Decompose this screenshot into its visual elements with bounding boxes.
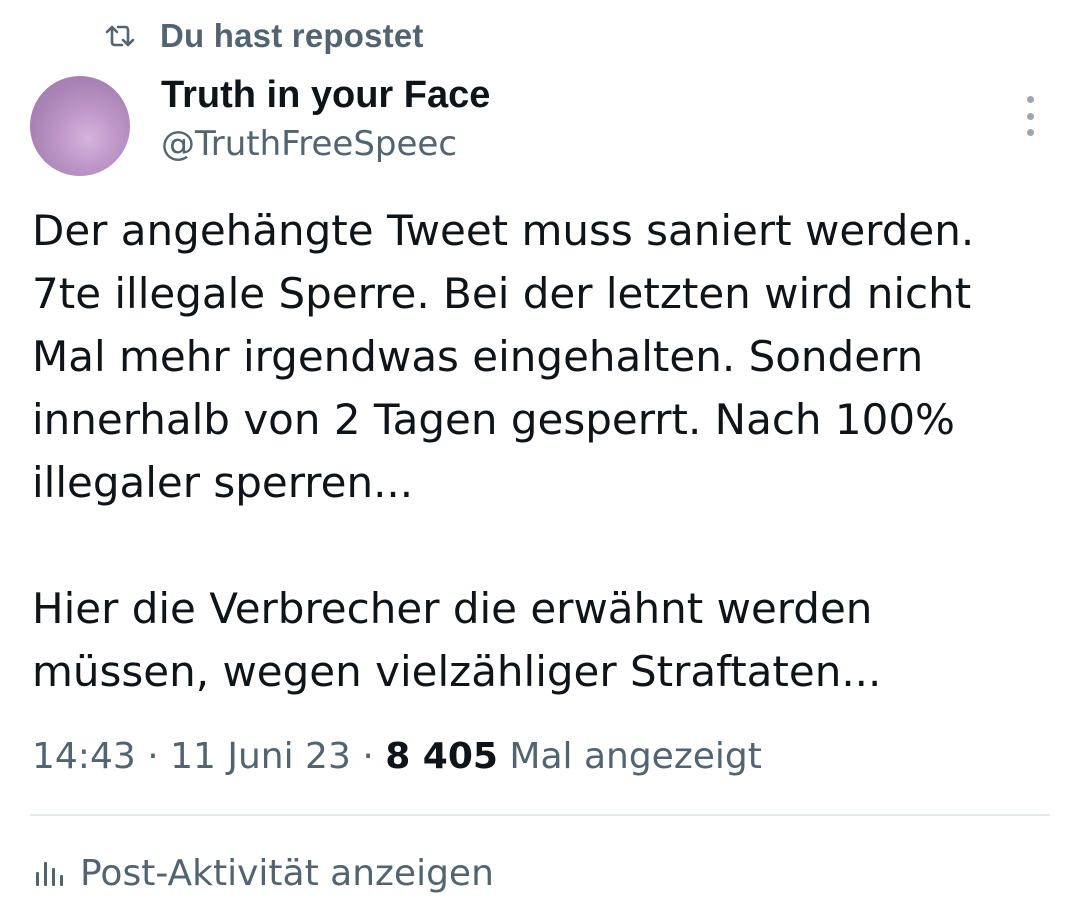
divider <box>30 814 1050 816</box>
avatar[interactable] <box>30 76 130 176</box>
repost-icon <box>104 22 136 50</box>
meta-separator: · <box>147 736 171 777</box>
tweet-line: Mal mehr irgendwas eingehalten. Sondern <box>32 332 924 381</box>
more-vertical-icon-dot <box>1026 129 1034 136</box>
post-activity-button[interactable]: Post-Aktivität anzeigen <box>34 848 494 898</box>
tweet-line: 7te illegale Sperre. Bei der letzten wir… <box>32 269 972 318</box>
post-activity-label: Post-Aktivität anzeigen <box>80 852 494 894</box>
tweet-text: Der angehängte Tweet muss saniert werden… <box>32 199 1042 703</box>
tweet-line: innerhalb von 2 Tagen gesperrt. Nach 100… <box>32 395 955 444</box>
tweet-line: illegaler sperren... <box>32 458 414 507</box>
author-name[interactable]: Truth in your Face <box>161 74 490 117</box>
meta-separator: · <box>362 736 386 777</box>
more-vertical-icon-dot <box>1026 112 1034 120</box>
repost-label: Du hast repostet <box>160 17 424 54</box>
views-label: Mal angezeigt <box>509 736 762 777</box>
more-options-button[interactable] <box>1014 96 1046 136</box>
tweet-meta: 14:43 · 11 Juni 23 · 8 405 Mal angezeigt <box>32 736 762 777</box>
analytics-icon <box>34 858 64 888</box>
tweet-line: müssen, wegen vielzähliger Straftaten... <box>32 647 882 696</box>
repost-indicator[interactable]: Du hast repostet <box>104 14 424 58</box>
tweet-line: Der angehängte Tweet muss saniert werden… <box>32 206 975 255</box>
tweet-line: Hier die Verbrecher die erwähnt werden <box>32 584 873 633</box>
paragraph-break <box>32 514 1042 577</box>
more-vertical-icon <box>1026 96 1034 103</box>
tweet-date[interactable]: 11 Juni 23 <box>170 736 351 777</box>
tweet-time[interactable]: 14:43 <box>32 736 136 777</box>
views-count: 8 405 <box>385 736 498 777</box>
author-handle[interactable]: @TruthFreeSpeec <box>161 124 457 164</box>
